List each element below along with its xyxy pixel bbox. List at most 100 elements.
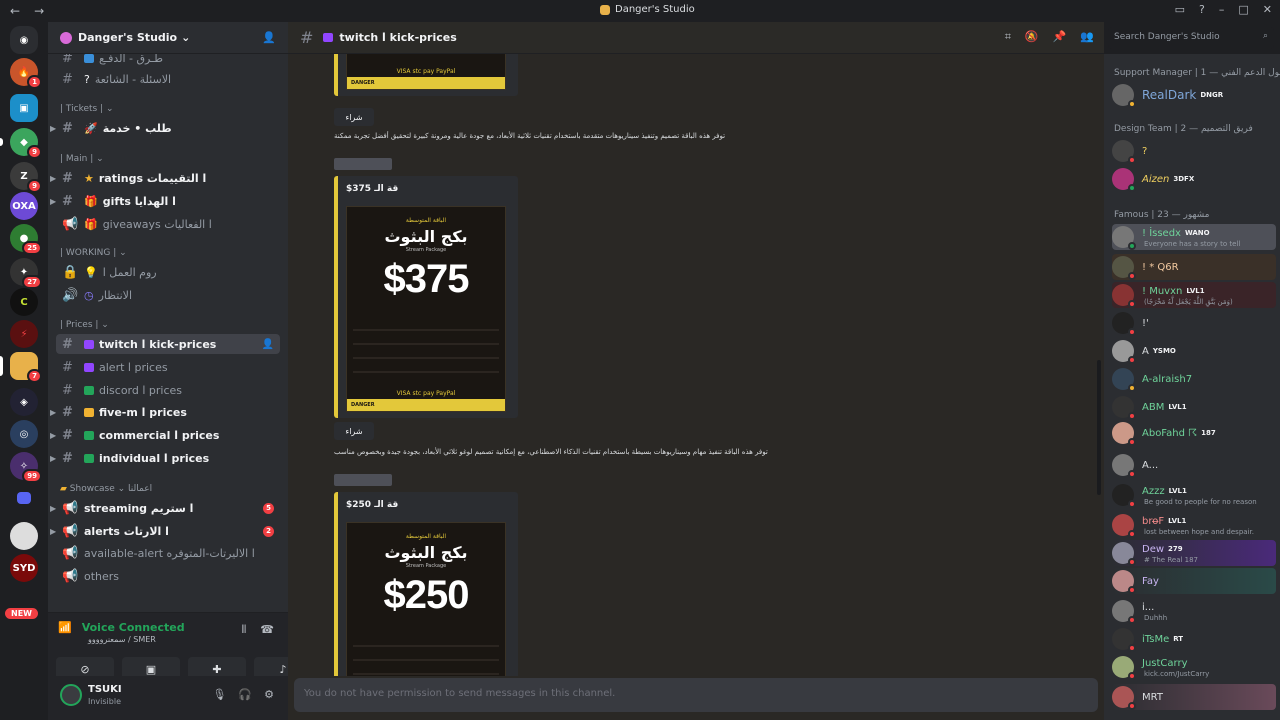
expand-icon: ▶ xyxy=(50,173,57,183)
noise-suppression-icon[interactable]: ⦀ xyxy=(241,623,246,637)
star-icon: ★ xyxy=(84,171,94,185)
server-header[interactable]: Danger's Studio ⌄ 👤 xyxy=(48,22,288,54)
microphone-icon[interactable]: 🎙 xyxy=(212,688,226,701)
channel-order[interactable]: ▶ # 🚀 طلب • خدمة xyxy=(50,118,280,138)
channel-individual[interactable]: ▶ # individual ا prices xyxy=(50,448,280,468)
channel-others[interactable]: 📢 others xyxy=(56,566,280,586)
expand-icon: ▶ xyxy=(50,503,57,513)
invite-icon[interactable]: 👤 xyxy=(262,339,274,350)
voice-channel-name[interactable]: سمعنروووو / SMER xyxy=(88,635,156,644)
mute-icon[interactable]: 🔕 xyxy=(1025,30,1039,44)
member-item[interactable]: Azzz LVL1 Be good to people for no reason xyxy=(1112,482,1276,508)
avatar xyxy=(1112,226,1136,250)
server-icon[interactable]: ⚡ xyxy=(10,320,38,348)
members-icon[interactable]: 👥 xyxy=(1080,30,1094,44)
speaker-icon: 🔊 xyxy=(62,287,79,303)
expand-icon: ▶ xyxy=(50,526,57,536)
package-image[interactable]: VISA stc pay PayPal DANGER xyxy=(346,54,506,90)
server-icon[interactable]: SYD xyxy=(10,554,38,582)
back-icon[interactable]: ← xyxy=(10,4,20,18)
category-showcase[interactable]: ▰ Showcase ⌄ اعمالنا xyxy=(60,484,152,494)
member-item[interactable]: A... xyxy=(1112,452,1276,478)
server-icon[interactable]: ◈ xyxy=(10,388,38,416)
member-item[interactable]: ? xyxy=(1112,138,1276,164)
server-icon[interactable] xyxy=(10,522,38,550)
category-main[interactable]: | Main | ⌄ xyxy=(60,154,104,164)
channel-pay[interactable]: # طـرق - الدفـع xyxy=(56,54,280,68)
channel-streaming[interactable]: ▶ 📢 streaming ا ستريم 5 xyxy=(50,498,280,518)
member-item[interactable]: A-alraish7 xyxy=(1112,366,1276,392)
member-item[interactable]: ! * Q6R xyxy=(1112,254,1276,280)
server-icon[interactable]: ◆ 9 xyxy=(0,128,42,159)
minimize-icon[interactable]: – xyxy=(1219,3,1225,16)
server-icon[interactable]: 🔥 1 xyxy=(10,58,42,89)
close-icon[interactable]: ✕ xyxy=(1263,3,1272,16)
scrollbar[interactable] xyxy=(1097,360,1101,495)
avatar xyxy=(1112,84,1136,108)
channel-twitch[interactable]: # twitch ا kick-prices 👤 xyxy=(56,334,280,354)
member-item[interactable]: Aizen 3DFX xyxy=(1112,166,1276,192)
discord-home-icon[interactable]: ◉ xyxy=(10,26,38,54)
maximize-icon[interactable]: □ xyxy=(1238,3,1248,16)
buy-button[interactable]: شراء xyxy=(334,422,374,440)
server-icon[interactable]: C xyxy=(10,288,38,316)
voice-status[interactable]: 📶 Voice Connected xyxy=(58,621,185,634)
member-item[interactable]: iTsMe RT xyxy=(1112,626,1276,652)
folder-icon[interactable] xyxy=(17,492,31,504)
package-image[interactable]: الباقة المتوسطة بكج البثوث Stream Packag… xyxy=(346,206,506,412)
member-item[interactable]: ! İssedx WANO Everyone has a story to tell xyxy=(1112,224,1276,250)
member-item[interactable]: Dew 279 # The Real 187 xyxy=(1112,540,1276,566)
channel-available[interactable]: 📢 available-alert ا الاليرتات-المتوفره xyxy=(56,543,280,563)
server-icon[interactable]: ◎ xyxy=(10,420,38,448)
member-item[interactable]: AboFahd ☈ 187 xyxy=(1112,420,1276,446)
unread-pill xyxy=(0,138,3,146)
server-icon[interactable]: Z9 xyxy=(10,162,42,193)
message-composer[interactable]: You do not have permission to send messa… xyxy=(294,678,1098,712)
channel-alert[interactable]: # alert ا prices xyxy=(56,357,280,377)
search-input[interactable]: Search Danger's Studio ⌕ xyxy=(1108,27,1274,49)
member-item[interactable]: MRT xyxy=(1112,684,1276,710)
server-icon[interactable]: ✦ 27 xyxy=(10,258,42,289)
server-icon[interactable]: OXA xyxy=(10,192,38,220)
channel-giveaways[interactable]: 📢 🎁 giveaways ا الفعاليات xyxy=(56,214,280,234)
threads-icon[interactable]: ⌗ xyxy=(1005,30,1011,44)
forward-icon[interactable]: → xyxy=(34,4,44,18)
settings-icon[interactable]: ⚙ xyxy=(264,688,274,701)
avatar xyxy=(1112,368,1136,392)
category-tickets[interactable]: | Tickets | ⌄ xyxy=(60,104,114,114)
channel-commercial[interactable]: ▶ # commercial ا prices xyxy=(50,425,280,445)
member-item[interactable]: i... Duhhh xyxy=(1112,598,1276,624)
channel-fivem[interactable]: ▶ # five-m ا prices xyxy=(50,402,280,422)
avatar[interactable] xyxy=(60,684,82,706)
channel-alerts[interactable]: ▶ 📢 alerts ا الارتات 2 xyxy=(50,521,280,541)
inbox-icon[interactable]: ▭ xyxy=(1175,3,1185,16)
channel-gifts[interactable]: ▶ # 🎁 gifts ا الهدايا xyxy=(50,191,280,211)
buy-button[interactable]: شراء xyxy=(334,108,374,126)
channel-faq[interactable]: #? الاسئلة - الشائعة xyxy=(56,69,280,89)
channel-waiting[interactable]: 🔊 ◷ الانتظار xyxy=(56,285,280,305)
member-item[interactable]: RealDark DNGR xyxy=(1112,82,1276,108)
package-image[interactable]: الباقة المتوسطة بكج البثوث Stream Packag… xyxy=(346,522,506,676)
disconnect-icon[interactable]: ☎ xyxy=(260,623,274,637)
member-item[interactable]: ! Muvxn LVL1 (وَمَن يَتَّقِ اللَّهَ يَجْعَ… xyxy=(1112,282,1276,308)
server-icon[interactable]: ▣ xyxy=(10,94,38,122)
channel-room[interactable]: 🔒 💡 روم العمل ا xyxy=(56,262,280,282)
headphones-icon[interactable]: 🎧 xyxy=(238,688,252,701)
pin-icon[interactable]: 📌 xyxy=(1053,30,1067,44)
server-icon[interactable]: ● 25 xyxy=(10,224,42,255)
member-item[interactable]: ABM LVL1 xyxy=(1112,394,1276,420)
server-icon[interactable]: ✧ 99 xyxy=(10,452,42,483)
member-item[interactable]: JustCarry kick.com/JustCarry xyxy=(1112,654,1276,680)
channel-discord[interactable]: # discord ا prices xyxy=(56,380,280,400)
category-prices[interactable]: | Prices | ⌄ xyxy=(60,320,109,330)
server-icon[interactable]: 7 xyxy=(0,352,42,383)
member-item[interactable]: A YSMO xyxy=(1112,338,1276,364)
member-item[interactable]: Fay xyxy=(1112,568,1276,594)
username[interactable]: TSUKI xyxy=(88,684,122,695)
member-item[interactable]: bro̶F LVL1 lost between hope and despair. xyxy=(1112,512,1276,538)
invite-icon[interactable]: 👤 xyxy=(262,31,276,44)
member-item[interactable]: !' xyxy=(1112,310,1276,336)
category-working[interactable]: | WORKING | ⌄ xyxy=(60,248,127,258)
channel-ratings[interactable]: ▶ # ★ ratings ا التقييمات xyxy=(50,168,280,188)
help-icon[interactable]: ? xyxy=(1199,3,1205,16)
